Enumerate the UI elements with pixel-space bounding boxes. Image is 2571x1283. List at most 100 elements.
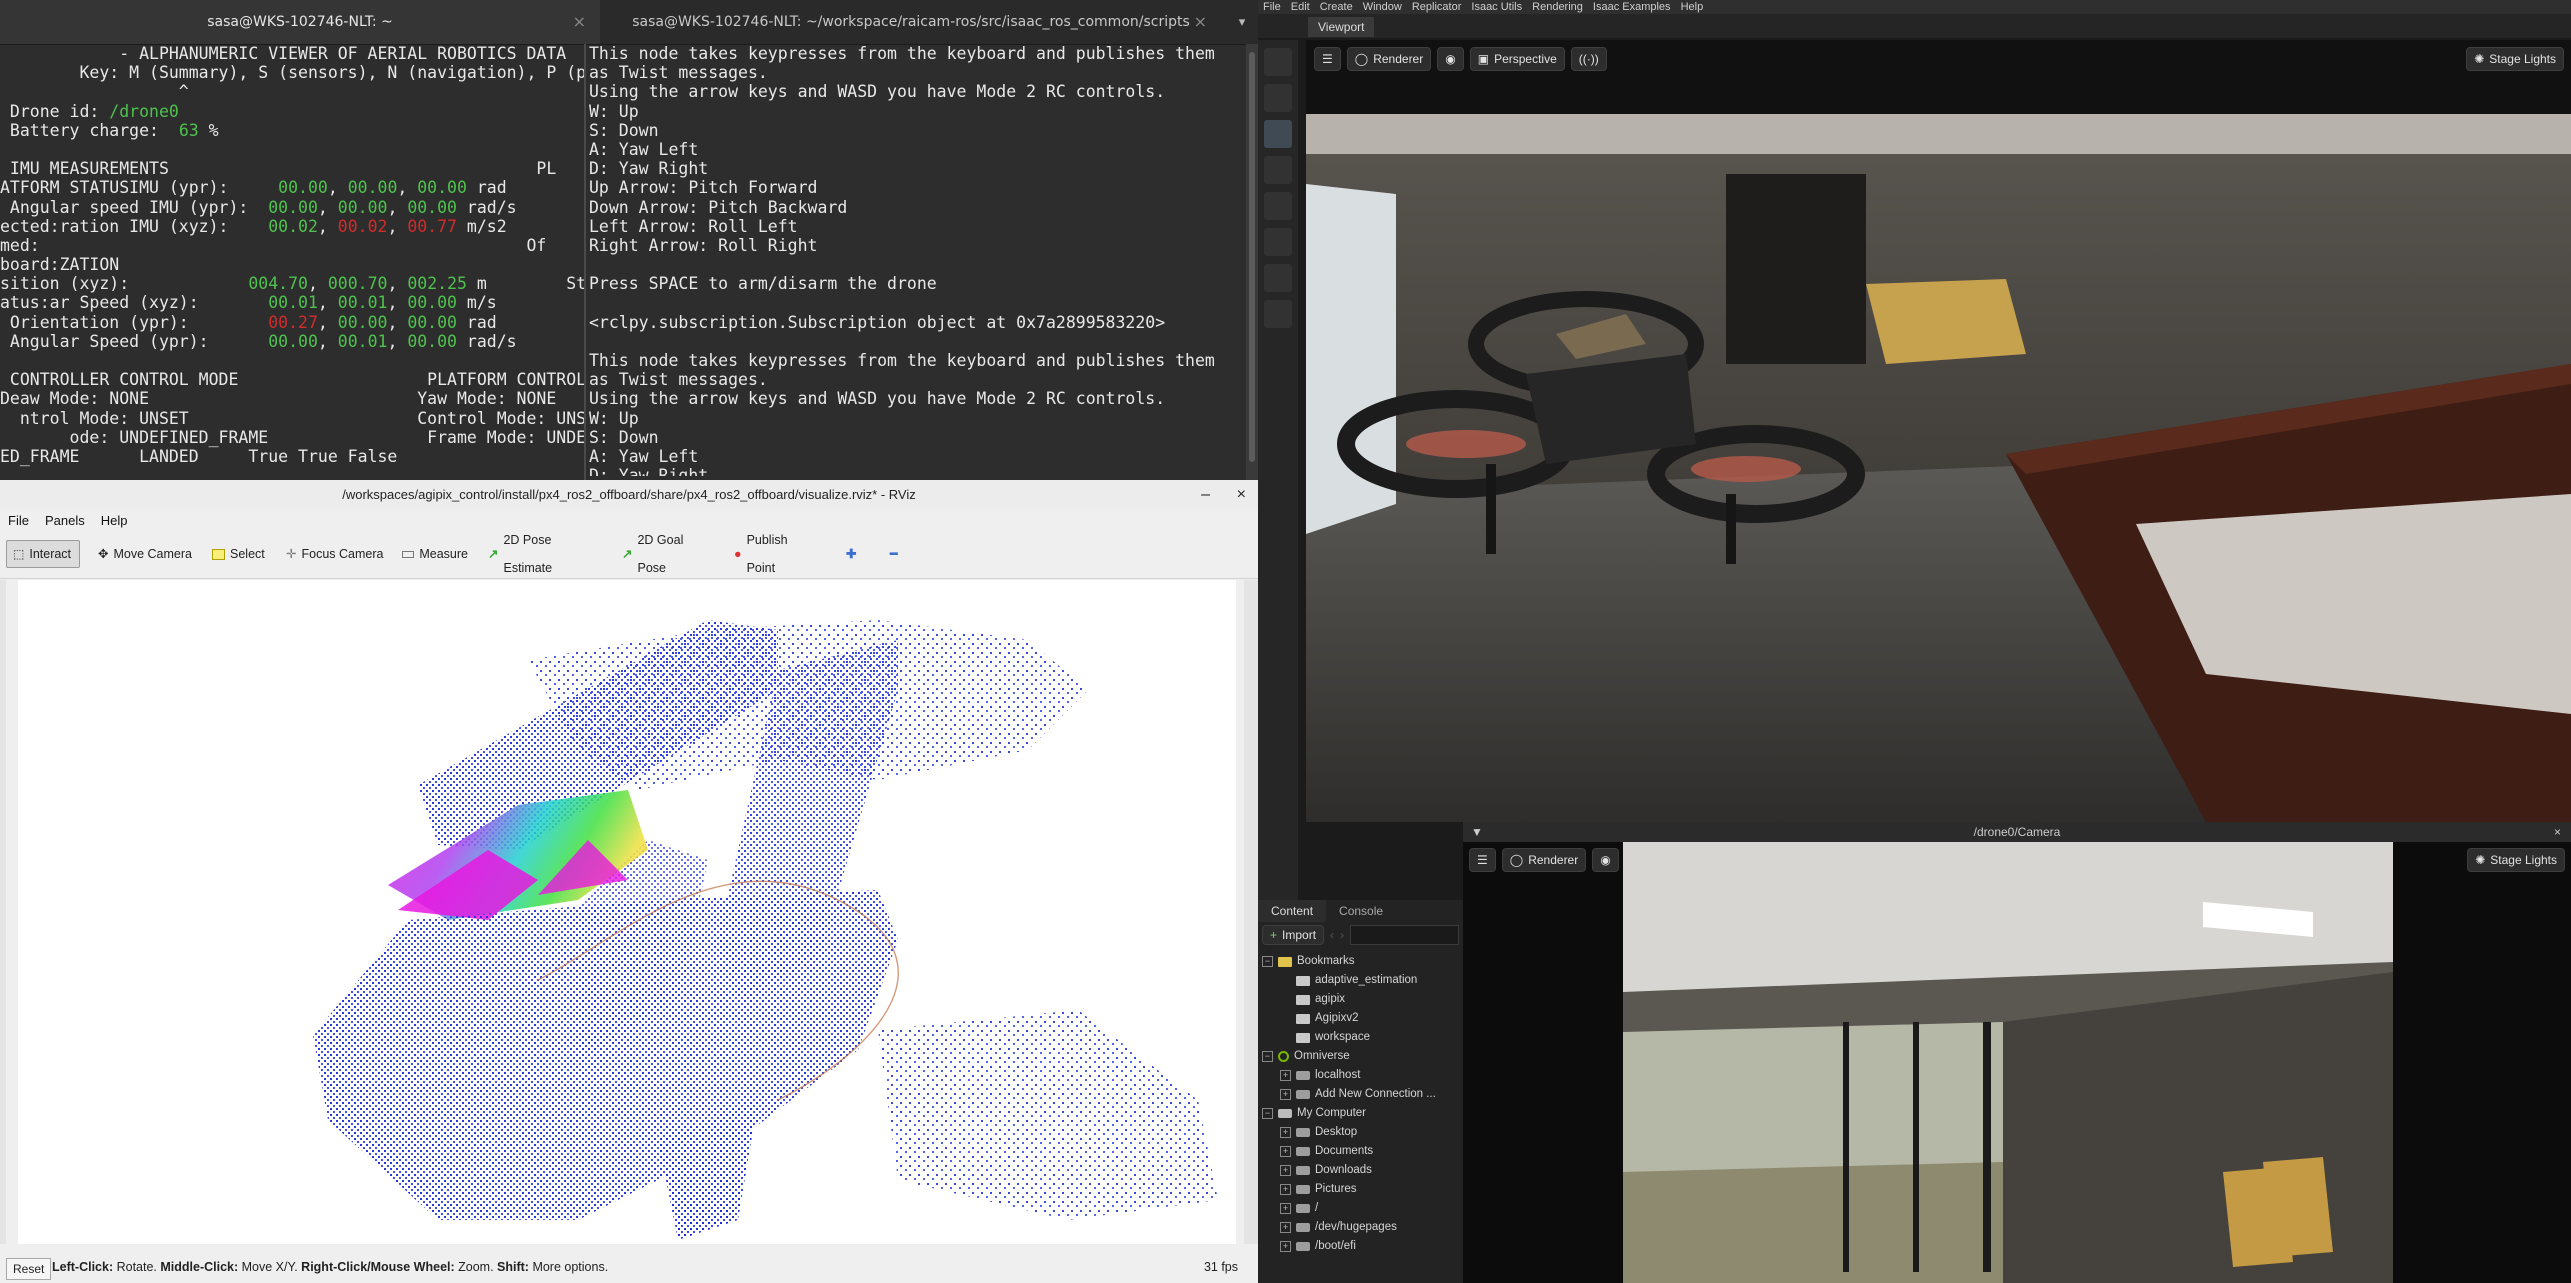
terminal-line: Battery charge: 63 % xyxy=(0,121,584,140)
expand-icon[interactable]: + xyxy=(1280,1222,1291,1233)
rotate-tool-icon[interactable] xyxy=(1264,156,1292,184)
menu-create[interactable]: Create xyxy=(1315,0,1358,14)
main-viewport[interactable]: ☰ ◯ Renderer ◉ ▣ Perspective ((·)) ✺ Stage … xyxy=(1306,40,2571,822)
path-input[interactable] xyxy=(1350,925,1459,945)
import-button[interactable]: + Import xyxy=(1262,925,1325,945)
renderer-button[interactable]: ◯ Renderer xyxy=(1501,848,1587,872)
tree-item[interactable]: agipix xyxy=(1262,990,1459,1009)
tab-viewport[interactable]: Viewport xyxy=(1308,17,1375,37)
tool-publish-point[interactable]: ● Publish Point xyxy=(728,533,824,575)
tool-focus-camera[interactable]: ✛ Focus Camera xyxy=(280,540,392,568)
menu-isaac-examples[interactable]: Isaac Examples xyxy=(1588,0,1676,14)
collapse-icon[interactable]: ▼ xyxy=(1471,822,1483,842)
menu-file[interactable]: File xyxy=(0,510,37,532)
terminal-right-pane[interactable]: This node takes keypresses from the keyb… xyxy=(589,44,1239,476)
scale-tool-icon[interactable] xyxy=(1264,192,1292,220)
tool-select[interactable]: Select xyxy=(206,540,276,568)
expand-icon[interactable]: + xyxy=(1280,1070,1291,1081)
visibility-button[interactable]: ◉ xyxy=(1437,47,1464,71)
tree-item[interactable]: + /boot/efi xyxy=(1262,1237,1459,1256)
right-dock-handle[interactable] xyxy=(1244,580,1258,1244)
rviz-titlebar: /workspaces/agipix_control/install/px4_r… xyxy=(0,480,1258,511)
tree-item[interactable]: − Bookmarks xyxy=(1262,952,1459,971)
close-icon[interactable]: × xyxy=(573,0,586,44)
perspective-button[interactable]: ▣ Perspective xyxy=(1469,47,1565,71)
audio-button[interactable]: ((·)) xyxy=(1570,47,1607,71)
snap-icon[interactable] xyxy=(1264,228,1292,256)
tool-interact[interactable]: ⬚ Interact xyxy=(6,540,80,568)
pane-divider[interactable] xyxy=(584,44,586,480)
tree-item[interactable]: + /dev/hugepages xyxy=(1262,1218,1459,1237)
tree-item[interactable]: + Pictures xyxy=(1262,1180,1459,1199)
menu-isaac-utils[interactable]: Isaac Utils xyxy=(1466,0,1527,14)
tree-item[interactable]: + Add New Connection ... xyxy=(1262,1085,1459,1104)
tree-item[interactable]: + Downloads xyxy=(1262,1161,1459,1180)
tree-item[interactable]: + / xyxy=(1262,1199,1459,1218)
expand-icon[interactable]: + xyxy=(1280,1165,1291,1176)
close-icon[interactable]: × xyxy=(1194,0,1207,44)
tool-2d-pose-estimate[interactable]: ↗ 2D Pose Estimate xyxy=(482,533,606,575)
terminal-text: 00.00 xyxy=(268,331,318,351)
tree-item[interactable]: workspace xyxy=(1262,1028,1459,1047)
stage-lights-button[interactable]: ✺ Stage Lights xyxy=(2467,848,2565,872)
expand-icon[interactable]: + xyxy=(1280,1203,1291,1214)
camera-viewport[interactable]: ▼ /drone0/Camera × ☰ ◯Renderer ◉ ▣Perspe… xyxy=(1463,822,2571,1283)
move-tool-icon[interactable] xyxy=(1264,120,1292,148)
collapse-icon[interactable]: − xyxy=(1262,1051,1273,1062)
remove-tool-icon[interactable]: ━ xyxy=(884,540,912,568)
terminal-line: Key: M (Summary), S (sensors), N (naviga… xyxy=(0,63,584,83)
tree-item[interactable]: Agipixv2 xyxy=(1262,1009,1459,1028)
tool-2d-goal-pose[interactable]: ↗ 2D Goal Pose xyxy=(616,533,720,575)
expand-icon[interactable]: + xyxy=(1280,1089,1291,1100)
expand-icon[interactable]: + xyxy=(1280,1241,1291,1252)
menu-help[interactable]: Help xyxy=(1676,0,1709,14)
tool-measure[interactable]: Measure xyxy=(396,540,474,568)
tool-move-camera[interactable]: ✥ Move Camera xyxy=(92,540,200,568)
settings-button[interactable]: ☰ xyxy=(1469,848,1496,872)
visibility-button[interactable]: ◉ xyxy=(1592,848,1619,872)
chevron-down-icon[interactable]: ▾ xyxy=(1226,0,1258,44)
tree-item[interactable]: adaptive_estimation xyxy=(1262,971,1459,990)
add-tool-icon[interactable]: ✚ xyxy=(840,540,864,568)
close-icon[interactable]: × xyxy=(2554,822,2561,842)
menu-edit[interactable]: Edit xyxy=(1286,0,1315,14)
menu-replicator[interactable]: Replicator xyxy=(1407,0,1467,14)
forward-icon[interactable]: › xyxy=(1340,928,1344,942)
terminal-left-pane[interactable]: - ALPHANUMERIC VIEWER OF AERIAL ROBOTICS… xyxy=(0,44,584,480)
menu-help[interactable]: Help xyxy=(93,510,136,532)
pointer-icon[interactable] xyxy=(1264,84,1292,112)
settings-button[interactable]: ☰ xyxy=(1314,47,1341,71)
tree-item[interactable]: + Documents xyxy=(1262,1142,1459,1161)
stop-icon[interactable] xyxy=(1264,300,1292,328)
menu-file[interactable]: File xyxy=(1258,0,1286,14)
collapse-icon[interactable]: − xyxy=(1262,956,1273,967)
collapse-icon[interactable]: − xyxy=(1262,1108,1273,1119)
expand-icon[interactable]: + xyxy=(1280,1184,1291,1195)
close-icon[interactable]: × xyxy=(1237,480,1246,510)
terminal-scrollbar[interactable] xyxy=(1246,44,1258,480)
scrollbar-thumb[interactable] xyxy=(1249,52,1255,462)
tree-item[interactable]: + localhost xyxy=(1262,1066,1459,1085)
select-tool-icon[interactable] xyxy=(1264,48,1292,76)
menu-panels[interactable]: Panels xyxy=(37,510,93,532)
menu-rendering[interactable]: Rendering xyxy=(1527,0,1588,14)
tab-content[interactable]: Content xyxy=(1258,900,1327,922)
terminal-tab-2[interactable]: sasa@WKS-102746-NLT: ~/workspace/raicam-… xyxy=(601,0,1221,44)
rviz-3d-view[interactable] xyxy=(18,580,1236,1244)
tree-item[interactable]: − Omniverse xyxy=(1262,1047,1459,1066)
minimize-icon[interactable]: – xyxy=(1201,480,1210,510)
menu-window[interactable]: Window xyxy=(1358,0,1407,14)
tab-console[interactable]: Console xyxy=(1326,900,1396,922)
expand-icon[interactable]: + xyxy=(1280,1146,1291,1157)
pause-icon[interactable] xyxy=(1264,264,1292,292)
expand-icon[interactable]: + xyxy=(1280,1127,1291,1138)
tree-item[interactable]: + Desktop xyxy=(1262,1123,1459,1142)
left-dock-handle[interactable] xyxy=(0,580,6,1244)
tree-item[interactable]: − My Computer xyxy=(1262,1104,1459,1123)
renderer-button[interactable]: ◯ Renderer xyxy=(1346,47,1432,71)
stage-lights-button[interactable]: ✺ Stage Lights xyxy=(2466,47,2564,71)
terminal-tab-1[interactable]: sasa@WKS-102746-NLT: ~ × xyxy=(0,0,600,44)
lightbulb-icon: ◯ xyxy=(1509,853,1524,867)
back-icon[interactable]: ‹ xyxy=(1330,928,1334,942)
reset-button[interactable]: Reset xyxy=(6,1258,52,1280)
